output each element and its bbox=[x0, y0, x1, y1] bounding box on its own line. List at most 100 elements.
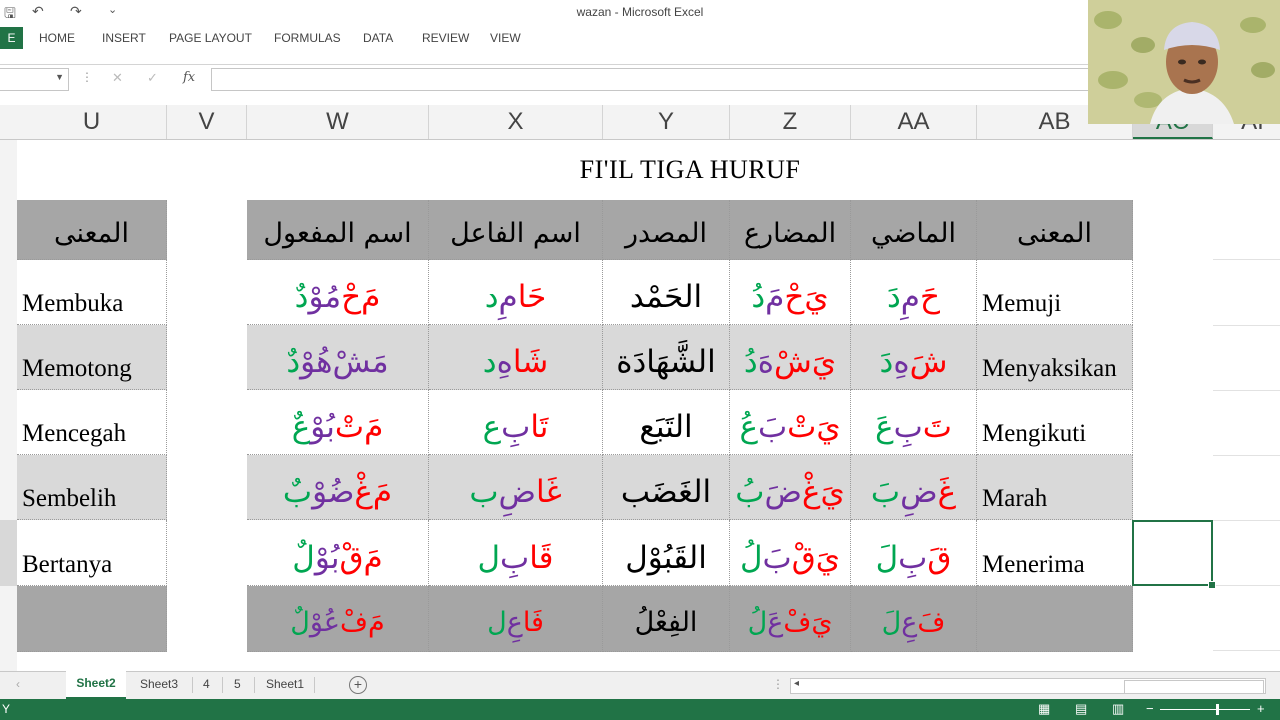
ism-fail-cell[interactable]: حَا مِ د bbox=[429, 260, 603, 325]
radical-segment: حَا bbox=[517, 279, 547, 315]
meaning-cell-right[interactable]: Marah bbox=[977, 455, 1133, 520]
zoom-slider[interactable] bbox=[1160, 709, 1250, 710]
ism-maful-cell[interactable]: مَ غْ ضُوْ بٌ bbox=[247, 455, 429, 520]
ism-fail-cell[interactable]: فَا عِ ل bbox=[429, 586, 603, 652]
drag-handle-icon[interactable]: ⋮ bbox=[81, 70, 93, 84]
enter-icon[interactable]: ✓ bbox=[147, 70, 158, 86]
mudhari-cell[interactable]: يَ حْ مَ دُ bbox=[730, 260, 851, 325]
normal-view-icon[interactable]: ▦ bbox=[1038, 701, 1050, 717]
column-header-v[interactable]: V bbox=[167, 105, 247, 139]
masdar-header[interactable]: المصدر bbox=[603, 200, 730, 260]
radical-segment: لَ bbox=[881, 607, 902, 638]
meaning-cell-right[interactable] bbox=[977, 586, 1133, 652]
radical-segment: يَ bbox=[811, 607, 833, 638]
column-header-z[interactable]: Z bbox=[730, 105, 851, 139]
meaning-cell-left[interactable]: Sembelih bbox=[17, 455, 167, 520]
sheet-tab-5[interactable]: 5 bbox=[234, 677, 241, 691]
meaning-cell-left[interactable]: Bertanya bbox=[17, 520, 167, 586]
madhi-cell[interactable]: قَ بِ لَ bbox=[851, 520, 977, 586]
ism-maful-header[interactable]: اسم المفعول bbox=[247, 200, 429, 260]
zoom-in-icon[interactable]: + bbox=[1257, 701, 1265, 716]
meaning-cell-left[interactable]: Memotong bbox=[17, 325, 167, 390]
madhi-cell[interactable]: فَ عِ لَ bbox=[851, 586, 977, 652]
meaning-header-left[interactable]: المعنى bbox=[17, 200, 167, 260]
meaning-cell-left[interactable] bbox=[17, 586, 167, 652]
row-headers[interactable] bbox=[0, 140, 18, 671]
madhi-cell[interactable]: غَ ضِ بَ bbox=[851, 455, 977, 520]
masdar-cell[interactable]: الشَّهَادَة bbox=[603, 325, 730, 390]
name-box[interactable]: ▼ bbox=[0, 68, 69, 91]
sheet-tab-sheet3[interactable]: Sheet3 bbox=[140, 677, 178, 691]
scroll-tabs-icon[interactable]: ‹ bbox=[16, 677, 20, 691]
tab-data[interactable]: DATA bbox=[363, 31, 393, 45]
add-sheet-icon[interactable]: + bbox=[349, 676, 367, 694]
mudhari-cell[interactable]: يَ غْ ضَ بُ bbox=[730, 455, 851, 520]
horizontal-scrollbar[interactable]: ◂ bbox=[790, 678, 1266, 694]
masdar-cell[interactable]: القَبُوْل bbox=[603, 520, 730, 586]
tab-formulas[interactable]: FORMULAS bbox=[274, 31, 341, 45]
ism-fail-cell[interactable]: غَا ضِ ب bbox=[429, 455, 603, 520]
chevron-down-icon[interactable]: ▼ bbox=[55, 72, 64, 82]
meaning-cell-right[interactable]: Mengikuti bbox=[977, 390, 1133, 455]
ism-fail-cell[interactable]: تَا بِ ع bbox=[429, 390, 603, 455]
webcam-overlay bbox=[1088, 0, 1280, 124]
sheet-tab-sheet2[interactable]: Sheet2 bbox=[66, 671, 126, 699]
meaning-cell-right[interactable]: Memuji bbox=[977, 260, 1133, 325]
ism-maful-cell[interactable]: مَشْ هُوْ دٌ bbox=[247, 325, 429, 390]
ism-maful-cell[interactable]: مَ تْ بُوْ عٌ bbox=[247, 390, 429, 455]
radical-segment: فْ bbox=[783, 607, 812, 638]
mudhari-cell[interactable]: يَ تْ بَ عُ bbox=[730, 390, 851, 455]
mudhari-cell[interactable]: يَ شْ هَ دُ bbox=[730, 325, 851, 390]
zoom-out-icon[interactable]: − bbox=[1146, 701, 1154, 716]
meaning-header-right[interactable]: المعنى bbox=[977, 200, 1133, 260]
mudhari-cell[interactable]: يَ قْ بَ لُ bbox=[730, 520, 851, 586]
ism-fail-cell[interactable]: شَا هِ د bbox=[429, 325, 603, 390]
column-header-x[interactable]: X bbox=[429, 105, 603, 139]
masdar-cell[interactable]: الفِعْلُ bbox=[603, 586, 730, 652]
sheet-tab-4[interactable]: 4 bbox=[203, 677, 210, 691]
tab-review[interactable]: REVIEW bbox=[422, 31, 469, 45]
radical-segment: ل bbox=[487, 607, 507, 638]
column-header-u[interactable]: U bbox=[17, 105, 167, 139]
tab-page-layout[interactable]: PAGE LAYOUT bbox=[169, 31, 252, 45]
fill-handle[interactable] bbox=[1208, 581, 1216, 589]
page-layout-icon[interactable]: ▤ bbox=[1075, 701, 1087, 717]
page-break-icon[interactable]: ▥ bbox=[1112, 701, 1124, 717]
scroll-left-icon[interactable]: ◂ bbox=[794, 678, 799, 689]
meaning-cell-right[interactable]: Menyaksikan bbox=[977, 325, 1133, 390]
meaning-cell-left[interactable]: Membuka bbox=[17, 260, 167, 325]
meaning-cell-right[interactable]: Menerima bbox=[977, 520, 1133, 586]
tab-home[interactable]: HOME bbox=[39, 31, 75, 45]
masdar-cell[interactable]: الحَمْد bbox=[603, 260, 730, 325]
radical-segment: يَ bbox=[820, 474, 845, 510]
ism-maful-cell[interactable]: مَ حْ مُوْ دٌ bbox=[247, 260, 429, 325]
column-header-w[interactable]: W bbox=[247, 105, 429, 139]
mudhari-cell[interactable]: يَ فْ عَ لُ bbox=[730, 586, 851, 652]
column-header-aa[interactable]: AA bbox=[851, 105, 977, 139]
ism-fail-cell[interactable]: قَا بِ ل bbox=[429, 520, 603, 586]
cancel-icon[interactable]: ✕ bbox=[112, 70, 123, 86]
meaning-cell-left[interactable]: Mencegah bbox=[17, 390, 167, 455]
ism-fail-header[interactable]: اسم الفاعل bbox=[429, 200, 603, 260]
sheet-tab-sheet1[interactable]: Sheet1 bbox=[266, 677, 304, 691]
madhi-header[interactable]: الماضي bbox=[851, 200, 977, 260]
mudhari-header[interactable]: المضارع bbox=[730, 200, 851, 260]
tab-insert[interactable]: INSERT bbox=[102, 31, 146, 45]
column-header-y[interactable]: Y bbox=[603, 105, 730, 139]
tab-file[interactable]: E bbox=[0, 27, 23, 49]
madhi-cell[interactable]: تَ بِ عَ bbox=[851, 390, 977, 455]
zoom-slider-knob[interactable] bbox=[1216, 704, 1219, 715]
masdar-cell[interactable]: الغَضَب bbox=[603, 455, 730, 520]
madhi-cell[interactable]: حَ مِ دَ bbox=[851, 260, 977, 325]
scrollbar-thumb[interactable] bbox=[1124, 680, 1264, 694]
row-header-selected[interactable] bbox=[0, 520, 17, 586]
ism-maful-cell[interactable]: مَ قْ بُوْ لٌ bbox=[247, 520, 429, 586]
worksheet-right-area[interactable] bbox=[1213, 140, 1280, 671]
madhi-cell[interactable]: شَ هِ دَ bbox=[851, 325, 977, 390]
masdar-cell[interactable]: التَبَع bbox=[603, 390, 730, 455]
ism-maful-cell[interactable]: مَ فْ عُوْ لٌ bbox=[247, 586, 429, 652]
splitter-icon[interactable]: ⋮ bbox=[772, 677, 784, 691]
selected-cell[interactable] bbox=[1132, 520, 1213, 586]
tab-view[interactable]: VIEW bbox=[490, 31, 521, 45]
insert-function-icon[interactable]: fx bbox=[183, 70, 195, 85]
